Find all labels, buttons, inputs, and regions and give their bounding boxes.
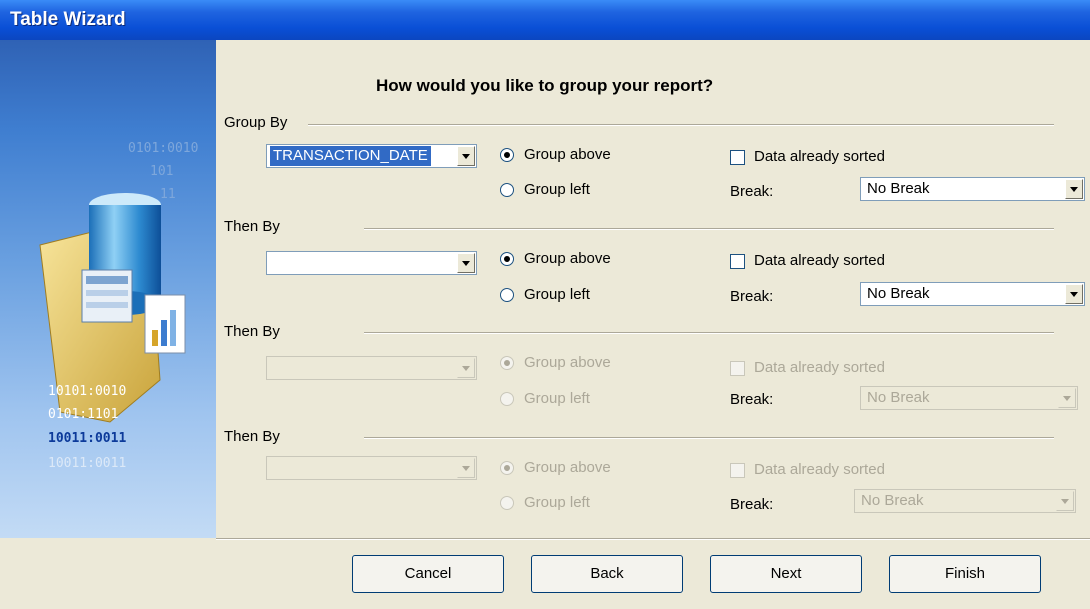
selected-field	[270, 253, 276, 273]
radio-off-icon	[500, 288, 514, 302]
group-left-radio-3: Group left	[498, 389, 590, 409]
chevron-down-icon	[1056, 491, 1074, 511]
wizard-side-image: 0101:0010 101 11 10101:0010 0101:1101 10…	[0, 40, 216, 538]
break-value: No Break	[867, 180, 930, 197]
divider	[308, 124, 1054, 126]
title-bar[interactable]: Table Wizard	[0, 0, 1090, 40]
divider	[364, 437, 1054, 439]
group-above-radio-4: Group above	[498, 458, 611, 478]
next-button[interactable]: Next	[710, 555, 862, 593]
then-by-label-2: Then By	[224, 218, 280, 235]
svg-text:101: 101	[150, 164, 173, 179]
group-field-select-3	[266, 356, 477, 380]
group-left-radio-4: Group left	[498, 493, 590, 513]
footer-divider	[216, 538, 1090, 540]
selected-field	[270, 458, 276, 478]
radio-on-icon	[500, 356, 514, 370]
break-label-2: Break:	[730, 288, 774, 305]
svg-text:11: 11	[160, 187, 176, 202]
radio-off-icon	[500, 392, 514, 406]
group-field-select-1[interactable]: TRANSACTION_DATE	[266, 144, 477, 168]
back-button[interactable]: Back	[531, 555, 683, 593]
data-sorted-checkbox-4: Data already sorted	[728, 460, 885, 480]
binary-text-2: 10101:0010	[48, 384, 126, 399]
checkbox-icon	[730, 254, 745, 269]
data-sorted-checkbox-2[interactable]: Data already sorted	[728, 251, 885, 271]
chevron-down-icon	[457, 358, 475, 378]
chevron-down-icon[interactable]	[457, 253, 475, 273]
chevron-down-icon[interactable]	[1065, 179, 1083, 199]
chevron-down-icon[interactable]	[457, 146, 475, 166]
radio-off-icon	[500, 183, 514, 197]
group-above-radio-2[interactable]: Group above	[498, 249, 611, 269]
divider	[364, 332, 1054, 334]
group-above-radio-3: Group above	[498, 353, 611, 373]
svg-text:10011:0011: 10011:0011	[48, 431, 126, 446]
group-above-radio-1[interactable]: Group above	[498, 145, 611, 165]
break-value: No Break	[867, 285, 930, 302]
radio-off-icon	[500, 496, 514, 510]
break-value: No Break	[867, 389, 930, 406]
chevron-down-icon	[457, 458, 475, 478]
chevron-down-icon[interactable]	[1065, 284, 1083, 304]
data-sorted-checkbox-3: Data already sorted	[728, 358, 885, 378]
checkbox-icon	[730, 463, 745, 478]
break-select-2[interactable]: No Break	[860, 282, 1085, 306]
break-value: No Break	[861, 492, 924, 509]
group-left-radio-1[interactable]: Group left	[498, 180, 590, 200]
page-heading: How would you like to group your report?	[376, 76, 714, 95]
finish-button[interactable]: Finish	[889, 555, 1041, 593]
database-folder-icon: 0101:0010 101 11 10101:0010 0101:1101 10…	[39, 141, 198, 471]
break-label-4: Break:	[730, 496, 774, 513]
break-label-1: Break:	[730, 183, 774, 200]
selected-field	[270, 358, 276, 378]
break-select-4: No Break	[854, 489, 1076, 513]
window-title: Table Wizard	[10, 9, 126, 30]
table-wizard-window: Table Wizard 0101:0010 101 11 10101:0010…	[0, 0, 1090, 609]
binary-text-1: 0101:0010	[128, 141, 198, 156]
break-select-3: No Break	[860, 386, 1078, 410]
cancel-button[interactable]: Cancel	[352, 555, 504, 593]
data-sorted-checkbox-1[interactable]: Data already sorted	[728, 147, 885, 167]
break-select-1[interactable]: No Break	[860, 177, 1085, 201]
group-field-select-4	[266, 456, 477, 480]
checkbox-icon	[730, 150, 745, 165]
then-by-label-3: Then By	[224, 323, 280, 340]
radio-on-icon	[500, 461, 514, 475]
svg-text:0101:1101: 0101:1101	[48, 407, 118, 422]
group-by-label: Group By	[224, 114, 288, 131]
group-left-radio-2[interactable]: Group left	[498, 285, 590, 305]
radio-on-icon	[500, 148, 514, 162]
wizard-content: How would you like to group your report?…	[216, 40, 1090, 538]
selected-field: TRANSACTION_DATE	[270, 146, 431, 166]
divider	[364, 228, 1054, 230]
group-field-select-2[interactable]	[266, 251, 477, 275]
radio-on-icon	[500, 252, 514, 266]
then-by-label-4: Then By	[224, 428, 280, 445]
break-label-3: Break:	[730, 391, 774, 408]
checkbox-icon	[730, 361, 745, 376]
svg-text:10011:0011: 10011:0011	[48, 456, 126, 471]
chevron-down-icon	[1058, 388, 1076, 408]
